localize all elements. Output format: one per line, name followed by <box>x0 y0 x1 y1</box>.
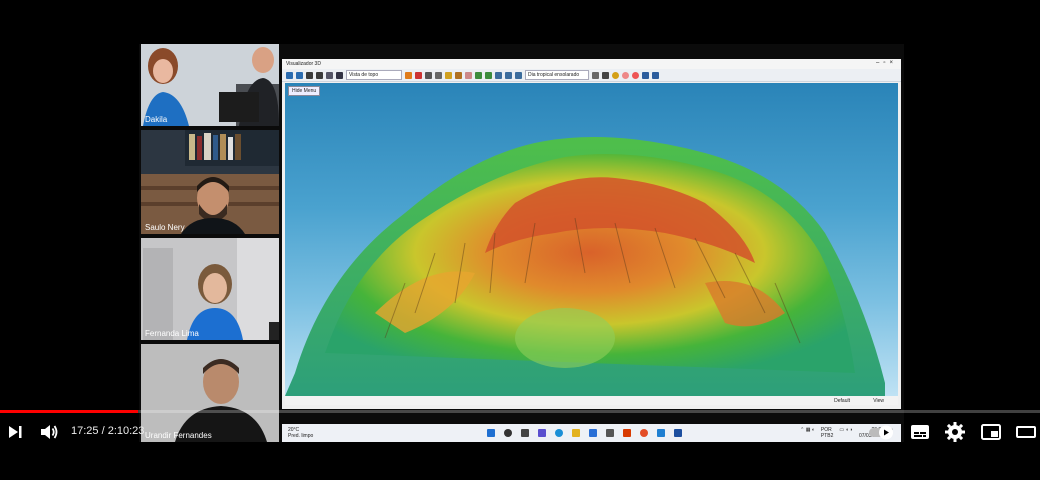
time-display: 17:25 / 2:10:23 <box>71 425 144 437</box>
participant-name: Fernanda Lima <box>145 329 199 338</box>
eraser-icon[interactable] <box>455 71 462 79</box>
duration: 2:10:23 <box>107 425 145 437</box>
participant-tile-fernanda: Fernanda Lima <box>141 238 279 340</box>
zoom-out-icon[interactable] <box>296 71 303 79</box>
layer-4-icon[interactable] <box>505 71 512 79</box>
screenshot-icon[interactable] <box>652 71 659 79</box>
participant-video-dakila <box>141 44 279 126</box>
status-default: Default <box>834 398 850 404</box>
hide-menu-button[interactable]: Hide Menu <box>288 86 321 96</box>
video-frame[interactable]: Dakila Saulo Nery Fernanda Lima Urandir … <box>139 44 904 442</box>
close-tool-icon[interactable] <box>592 71 599 79</box>
pause-icon[interactable] <box>622 71 629 79</box>
viewer-statusbar: Default View <box>285 396 898 405</box>
layer-2-icon[interactable] <box>485 71 492 79</box>
zoom-in-icon[interactable] <box>286 71 293 79</box>
target-icon[interactable] <box>405 71 412 79</box>
fly-icon[interactable] <box>316 71 323 79</box>
time-separator: / <box>98 425 108 437</box>
terrain-render <box>285 137 885 396</box>
viewer-toolbar: Vista de topo Dia tropical ensolarado <box>282 69 901 82</box>
terrain-3d-viewport[interactable]: Hide Menu <box>285 83 898 396</box>
wrench-icon[interactable] <box>425 71 432 79</box>
participant-name: Saulo Nery <box>145 223 185 232</box>
status-view: View <box>873 398 884 404</box>
participant-tile-saulo: Saulo Nery <box>141 130 279 234</box>
marker-icon[interactable] <box>465 71 472 79</box>
progress-played <box>0 410 139 413</box>
participant-video-saulo <box>141 130 279 234</box>
play-icon[interactable] <box>612 71 619 79</box>
player-controls: 17:25 / 2:10:23 <box>0 418 1040 446</box>
crosshair-icon[interactable] <box>415 71 422 79</box>
viewer-title: Visualizador 3D <box>286 61 321 67</box>
current-time: 17:25 <box>71 425 99 437</box>
miniplayer-icon[interactable] <box>979 420 1003 444</box>
participant-video-fernanda <box>141 238 279 340</box>
layer-3-icon[interactable] <box>495 71 502 79</box>
home-icon[interactable] <box>336 71 343 79</box>
stop-icon[interactable] <box>632 71 639 79</box>
theater-icon[interactable] <box>1014 420 1038 444</box>
next-icon[interactable] <box>4 420 28 444</box>
participants-sidebar: Dakila Saulo Nery Fernanda Lima Urandir … <box>139 44 280 442</box>
progress-bar[interactable] <box>0 410 1040 413</box>
participant-tile-dakila: Dakila <box>141 44 279 126</box>
window-controls[interactable]: –▫× <box>876 60 897 66</box>
settings-gear-icon[interactable] <box>943 420 967 444</box>
layer-icon[interactable] <box>475 71 482 79</box>
view-select[interactable]: Vista de topo <box>346 70 402 80</box>
viewer-titlebar: Visualizador 3D –▫× <box>282 59 901 69</box>
walk-icon[interactable] <box>306 71 313 79</box>
subtitles-icon[interactable] <box>908 420 932 444</box>
grid-icon[interactable] <box>326 71 333 79</box>
ruler-icon[interactable] <box>435 71 442 79</box>
autoplay-toggle-icon[interactable] <box>868 420 896 444</box>
palette-select[interactable]: Dia tropical ensolarado <box>525 70 589 80</box>
shared-screen: Visualizador 3D –▫× Vista de topo Dia tr… <box>282 59 901 409</box>
volume-icon[interactable] <box>37 420 61 444</box>
pencil-icon[interactable] <box>445 71 452 79</box>
participant-name: Dakila <box>145 115 168 124</box>
camera-record-icon[interactable] <box>602 71 609 79</box>
binoculars-icon[interactable] <box>642 71 649 79</box>
layer-5-icon[interactable] <box>515 71 522 79</box>
